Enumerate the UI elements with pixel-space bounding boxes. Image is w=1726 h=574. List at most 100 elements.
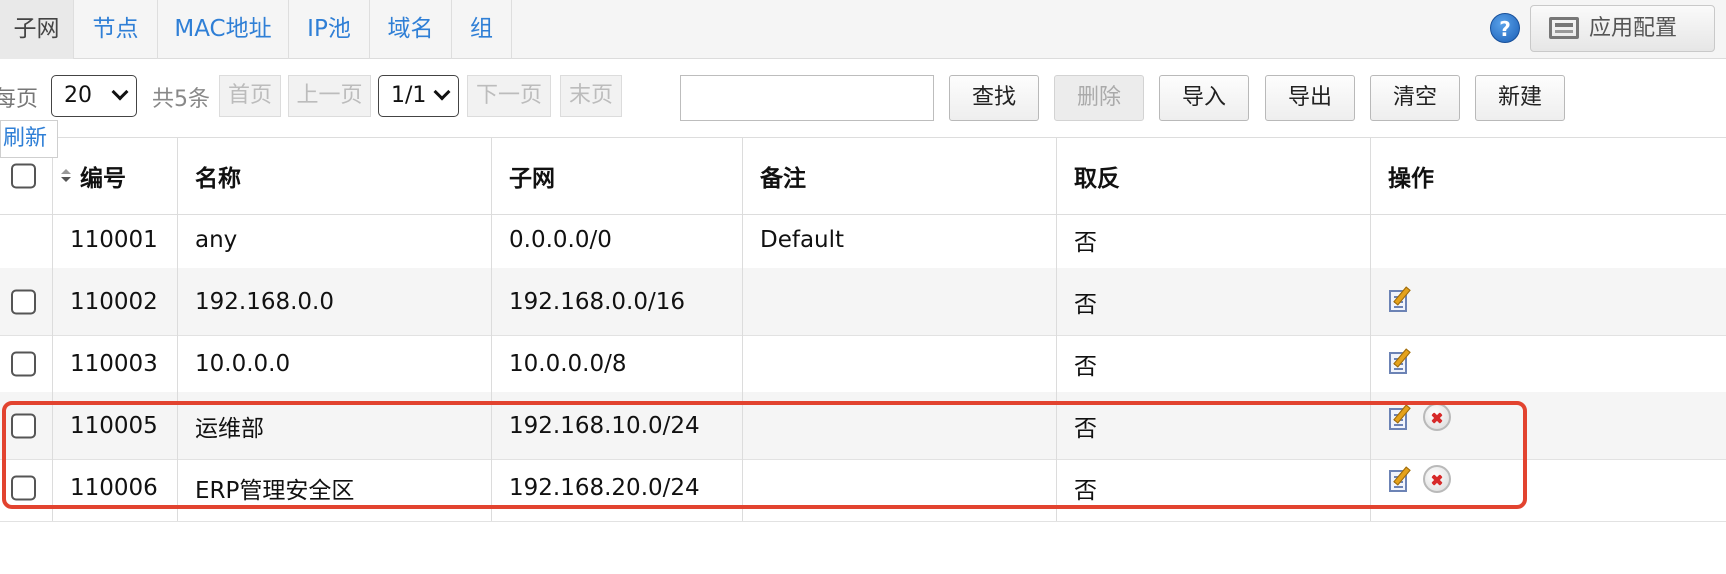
name-text: ERP管理安全区 [195, 477, 355, 504]
edit-icon[interactable] [1387, 286, 1413, 312]
tab-bar: 子网 节点 MAC地址 IP池 域名 组 ? 应用配置 [0, 0, 1726, 59]
invert-text: 否 [1074, 353, 1097, 380]
invert-cell: 否 [1057, 268, 1371, 335]
table-row: 110002 192.168.0.0 192.168.0.0/16 否 [0, 268, 1726, 336]
edit-icon[interactable] [1387, 404, 1413, 430]
action-cell [1371, 206, 1726, 273]
tab-group[interactable]: 组 [452, 0, 512, 59]
id-text: 110005 [70, 412, 158, 439]
subnet-cell: 192.168.10.0/24 [492, 392, 743, 459]
id-cell: 110003 [53, 330, 178, 397]
edit-icon[interactable] [1387, 348, 1413, 374]
export-button[interactable]: 导出 [1265, 75, 1355, 121]
invert-cell: 否 [1057, 454, 1371, 521]
invert-text: 否 [1074, 477, 1097, 504]
select-cell [0, 330, 53, 397]
table-row: 110001 any 0.0.0.0/0 Default 否 [0, 206, 1726, 274]
row-checkbox[interactable] [11, 475, 36, 500]
delete-icon[interactable] [1423, 403, 1451, 431]
edit-icon[interactable] [1387, 466, 1413, 492]
chevron-down-icon [433, 83, 451, 101]
name-text: any [195, 226, 238, 253]
config-icon [1549, 17, 1579, 39]
import-button[interactable]: 导入 [1159, 75, 1249, 121]
id-text: 110001 [70, 226, 158, 253]
subnet-text: 192.168.0.0/16 [509, 288, 686, 315]
tab-ip-pool[interactable]: IP池 [289, 0, 370, 59]
first-page-button[interactable]: 首页 [219, 75, 281, 117]
subnet-text: 10.0.0.0/8 [509, 350, 627, 377]
select-cell [0, 392, 53, 459]
header-subnet-label: 子网 [509, 166, 555, 192]
invert-text: 否 [1074, 229, 1097, 256]
subnet-table: 编号 名称 子网 备注 取反 操作 110001 any 0.0.0.0/0 D… [0, 137, 1726, 561]
tab-domain[interactable]: 域名 [370, 0, 452, 59]
id-text: 110003 [70, 350, 158, 377]
search-button[interactable]: 查找 [949, 75, 1039, 121]
per-page-select[interactable]: 20 [51, 75, 137, 117]
name-cell: 10.0.0.0 [178, 330, 492, 397]
name-cell: ERP管理安全区 [178, 454, 492, 521]
apply-config-button[interactable]: 应用配置 [1530, 5, 1715, 52]
table-row: 110003 10.0.0.0 10.0.0.0/8 否 [0, 330, 1726, 398]
table-header: 编号 名称 子网 备注 取反 操作 [0, 137, 1726, 215]
header-subnet: 子网 [492, 138, 743, 214]
subnet-cell: 192.168.0.0/16 [492, 268, 743, 335]
tab-subnet[interactable]: 子网 [0, 0, 74, 59]
header-name: 名称 [178, 138, 492, 214]
tab-node[interactable]: 节点 [74, 0, 158, 59]
name-text: 运维部 [195, 415, 264, 442]
page-select-value: 1/1 [391, 83, 427, 108]
last-page-button[interactable]: 末页 [560, 75, 622, 117]
header-remark-label: 备注 [760, 166, 806, 192]
row-checkbox[interactable] [11, 413, 36, 438]
name-cell: 运维部 [178, 392, 492, 459]
name-cell: 192.168.0.0 [178, 268, 492, 335]
row-checkbox[interactable] [11, 351, 36, 376]
row-checkbox[interactable] [11, 289, 36, 314]
id-cell: 110002 [53, 268, 178, 335]
id-cell: 110001 [53, 206, 178, 273]
header-id-label: 编号 [80, 166, 126, 192]
apply-config-label: 应用配置 [1589, 16, 1678, 41]
subnet-text: 192.168.10.0/24 [509, 412, 700, 439]
invert-cell: 否 [1057, 392, 1371, 459]
remark-cell [743, 454, 1057, 521]
search-input[interactable] [680, 75, 934, 121]
delete-button[interactable]: 删除 [1054, 75, 1144, 121]
header-remark: 备注 [743, 138, 1057, 214]
header-invert-label: 取反 [1074, 166, 1120, 192]
tab-mac-address[interactable]: MAC地址 [158, 0, 289, 59]
id-text: 110002 [70, 288, 158, 315]
select-cell [0, 206, 53, 273]
name-cell: any [178, 206, 492, 273]
new-button[interactable]: 新建 [1475, 75, 1565, 121]
name-text: 192.168.0.0 [195, 288, 334, 315]
subnet-cell: 192.168.20.0/24 [492, 454, 743, 521]
select-all-checkbox[interactable] [11, 163, 36, 189]
prev-page-button[interactable]: 上一页 [288, 75, 371, 117]
sort-icon [61, 169, 71, 183]
remark-text: Default [760, 226, 845, 253]
header-action: 操作 [1371, 138, 1726, 214]
next-page-button[interactable]: 下一页 [467, 75, 551, 117]
per-page-value: 20 [64, 83, 92, 108]
action-cell [1371, 268, 1726, 335]
header-id[interactable]: 编号 [53, 138, 178, 214]
header-name-label: 名称 [195, 166, 241, 192]
action-cell [1371, 392, 1726, 459]
remark-cell: Default [743, 206, 1057, 273]
invert-cell: 否 [1057, 330, 1371, 397]
remark-cell [743, 392, 1057, 459]
page-select[interactable]: 1/1 [378, 75, 459, 117]
name-text: 10.0.0.0 [195, 350, 291, 377]
help-icon[interactable]: ? [1490, 13, 1520, 43]
delete-icon[interactable] [1423, 465, 1451, 493]
clear-button[interactable]: 清空 [1370, 75, 1460, 121]
action-cell [1371, 454, 1726, 521]
subnet-cell: 0.0.0.0/0 [492, 206, 743, 273]
remark-cell [743, 268, 1057, 335]
id-text: 110006 [70, 474, 158, 501]
table-row: 110006 ERP管理安全区 192.168.20.0/24 否 [0, 454, 1726, 522]
refresh-button[interactable]: 刷新 [0, 120, 58, 158]
